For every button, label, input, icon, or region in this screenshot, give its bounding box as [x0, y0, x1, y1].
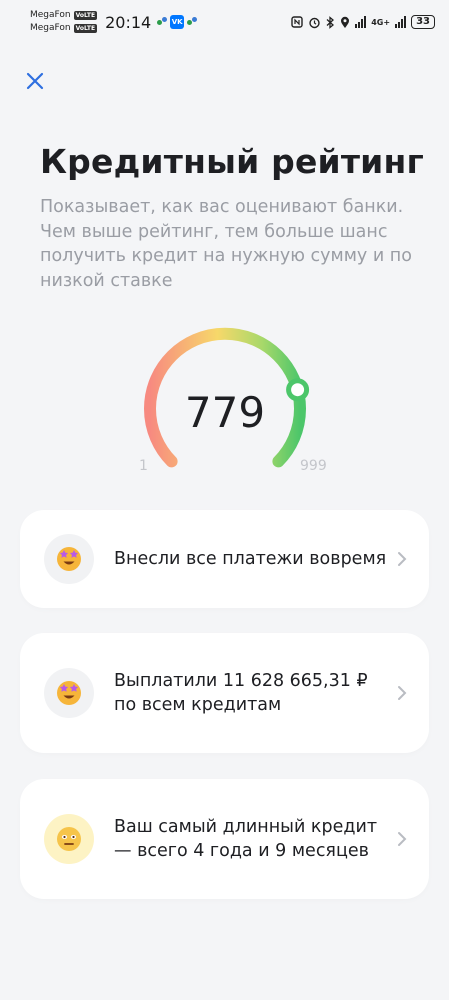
- volte-badge-2: VoLTE: [73, 24, 98, 33]
- vk-icon: VK: [170, 15, 185, 29]
- credit-score-value: 779: [184, 388, 266, 437]
- carrier-2-name: MegaFon: [30, 23, 71, 33]
- close-button[interactable]: [22, 68, 48, 94]
- star-eyes-emoji-icon: [57, 547, 81, 571]
- gauge-min-label: 1: [139, 458, 148, 474]
- card-1-emoji-bg: [44, 534, 94, 584]
- page-title: Кредитный рейтинг: [40, 142, 424, 181]
- app-notification-icon-2: [187, 17, 198, 27]
- card-payments-on-time[interactable]: Внесли все платежи вовремя: [20, 510, 429, 608]
- notification-icons: VK: [157, 15, 198, 29]
- alarm-icon: [309, 17, 320, 28]
- neutral-face-emoji-icon: [57, 827, 81, 851]
- status-bar: MegaFon VoLTE MegaFon VoLTE 20:14 VK 4G+…: [0, 0, 449, 44]
- card-2-emoji-bg: [44, 668, 94, 718]
- location-icon: [341, 16, 350, 28]
- status-bar-left: MegaFon VoLTE MegaFon VoLTE 20:14 VK: [30, 10, 198, 34]
- bluetooth-icon: [326, 15, 335, 29]
- card-2-text: Выплатили 11 628 665,31 ₽ по всем кредит…: [114, 671, 368, 715]
- network-type: 4G+: [371, 17, 391, 27]
- card-longest-credit[interactable]: Ваш самый длинный кредит — всего 4 года …: [20, 779, 429, 899]
- gauge-max-label: 999: [300, 458, 327, 474]
- carrier-1: MegaFon VoLTE: [30, 10, 98, 21]
- close-icon[interactable]: [25, 71, 45, 91]
- card-3-emoji-bg: [44, 814, 94, 864]
- status-bar-right: 4G+ 33: [291, 15, 435, 29]
- carrier-2: MegaFon VoLTE: [30, 23, 98, 34]
- star-eyes-emoji-icon: [57, 681, 81, 705]
- carrier-1-name: MegaFon: [30, 10, 71, 20]
- volte-badge-1: VoLTE: [73, 11, 98, 20]
- card-1-text: Внесли все платежи вовремя: [114, 549, 387, 569]
- battery-indicator: 33: [411, 15, 435, 29]
- card-3-text: Ваш самый длинный кредит — всего 4 года …: [114, 817, 378, 861]
- signal-icon-1: [355, 16, 367, 28]
- chevron-right-icon: [395, 829, 409, 849]
- card-total-paid[interactable]: Выплатили 11 628 665,31 ₽ по всем кредит…: [20, 633, 429, 753]
- signal-icon-2: [395, 16, 407, 28]
- chevron-right-icon: [395, 683, 409, 703]
- clock: 20:14: [105, 12, 152, 32]
- app-notification-icon: [157, 17, 168, 27]
- page-subtitle: Показывает, как вас оценивают банки. Чем…: [40, 197, 412, 291]
- nfc-icon: [291, 16, 303, 28]
- chevron-right-icon: [395, 549, 409, 569]
- carrier-info: MegaFon VoLTE MegaFon VoLTE: [30, 10, 98, 34]
